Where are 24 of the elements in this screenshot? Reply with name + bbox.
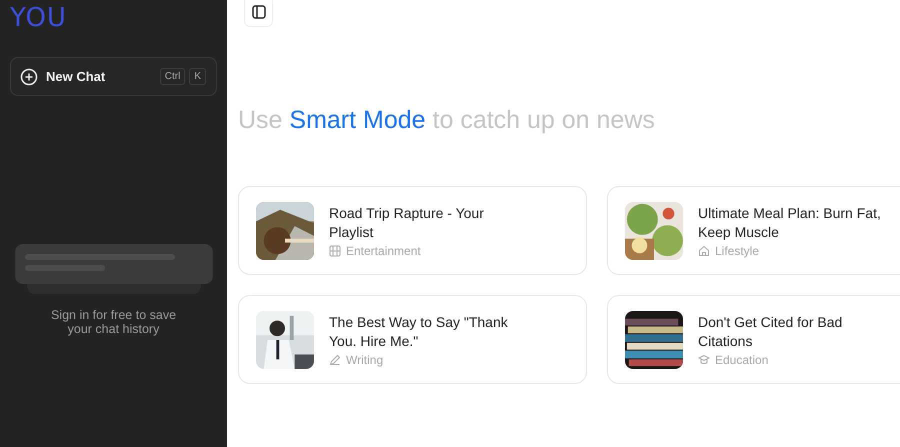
- home-icon: [698, 244, 710, 256]
- card-title: Road Trip Rapture - Your Playlist: [329, 204, 485, 242]
- card-title: The Best Way to Say "Thank You. Hire Me.": [329, 312, 509, 350]
- sign-in-note: Sign in for free to save your chat history: [50, 308, 178, 336]
- shortcut-key: K: [189, 68, 206, 85]
- pen-icon: [329, 354, 341, 366]
- suggestion-card[interactable]: Don't Get Cited for Bad Citations Education: [607, 295, 900, 384]
- shortcut-key: Ctrl: [160, 68, 186, 85]
- graduation-cap-icon: [698, 354, 710, 366]
- film-icon: [329, 244, 341, 256]
- new-chat-button[interactable]: New Chat Ctrl K: [10, 57, 217, 96]
- suggestion-card[interactable]: Ultimate Meal Plan: Burn Fat, Keep Muscle Lifestyle: [607, 186, 900, 275]
- heading: Use Smart Mode to catch up on news: [238, 106, 656, 135]
- card-category: Writing: [346, 352, 384, 366]
- card-title: Don't Get Cited for Bad Citations: [698, 312, 844, 350]
- card-category: Entertainment: [346, 244, 421, 258]
- card-category: Education: [715, 352, 768, 366]
- sidebar-icon: [252, 4, 266, 18]
- plus-icon: [20, 68, 38, 86]
- suggestion-card[interactable]: The Best Way to Say "Thank You. Hire Me." Writing: [238, 295, 587, 384]
- suggestion-card[interactable]: Road Trip Rapture - Your Playlist Entertainment: [238, 186, 587, 275]
- card-category: Lifestyle: [715, 244, 760, 258]
- sidebar-toggle-button[interactable]: [244, 0, 273, 27]
- card-title: Ultimate Meal Plan: Burn Fat, Keep Muscle: [698, 204, 882, 242]
